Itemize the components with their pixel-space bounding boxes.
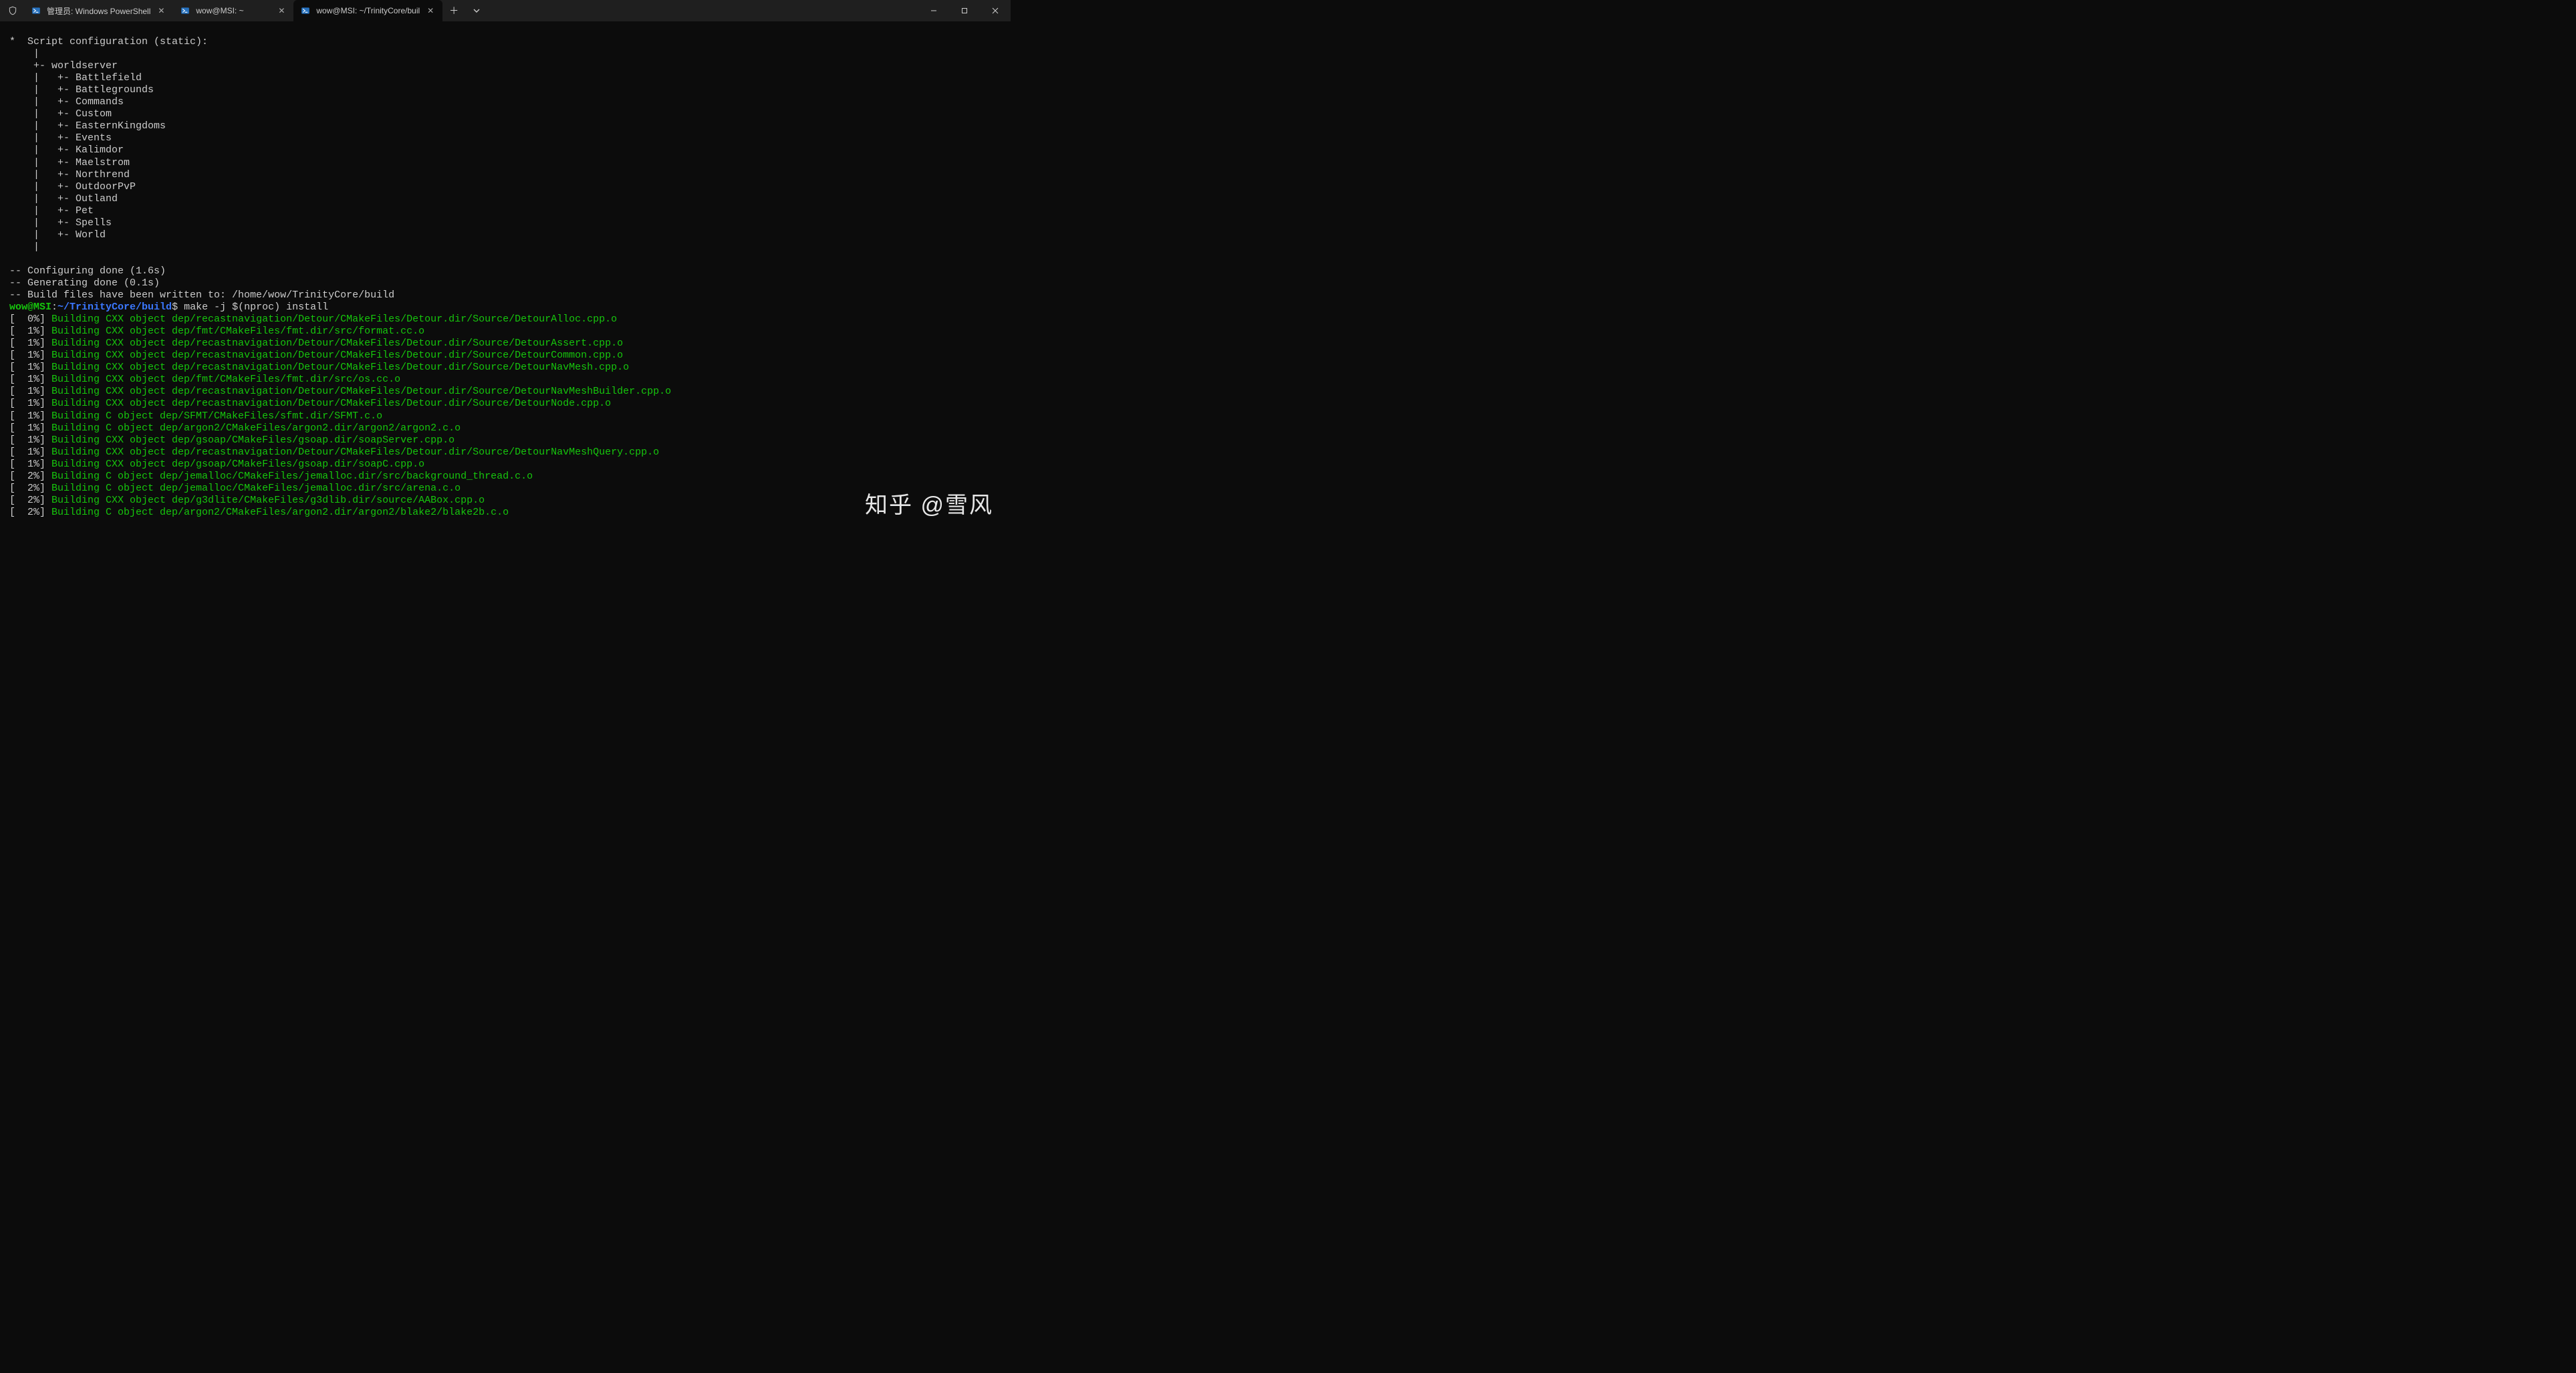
watermark: 知乎 @雪风 (865, 487, 993, 519)
powershell-icon (31, 5, 41, 16)
titlebar: 管理员: Windows PowerShell ✕ wow@MSI: ~ ✕ w… (0, 0, 1011, 21)
minimize-button[interactable] (918, 0, 949, 21)
tab-menu-dropdown[interactable] (465, 0, 488, 21)
maximize-button[interactable] (949, 0, 980, 21)
tab-strip: 管理员: Windows PowerShell ✕ wow@MSI: ~ ✕ w… (0, 0, 918, 21)
tab-wow-trinitycore[interactable]: wow@MSI: ~/TrinityCore/buil ✕ (293, 0, 442, 21)
window-controls (918, 0, 1011, 21)
terminal-output[interactable]: * Script configuration (static): | +- wo… (0, 21, 1011, 521)
tab-title: wow@MSI: ~ (196, 6, 271, 15)
close-icon[interactable]: ✕ (156, 5, 166, 16)
tab-powershell-admin[interactable]: 管理员: Windows PowerShell ✕ (24, 0, 173, 21)
powershell-icon (180, 5, 190, 16)
close-icon[interactable]: ✕ (276, 5, 287, 16)
shield-icon (5, 3, 20, 18)
tab-title: 管理员: Windows PowerShell (47, 5, 150, 17)
close-icon[interactable]: ✕ (425, 5, 436, 16)
new-tab-button[interactable]: ＋ (442, 0, 465, 21)
tab-title: wow@MSI: ~/TrinityCore/buil (316, 6, 420, 15)
tab-wow-home[interactable]: wow@MSI: ~ ✕ (173, 0, 293, 21)
close-window-button[interactable] (980, 0, 1011, 21)
powershell-icon (300, 5, 311, 16)
